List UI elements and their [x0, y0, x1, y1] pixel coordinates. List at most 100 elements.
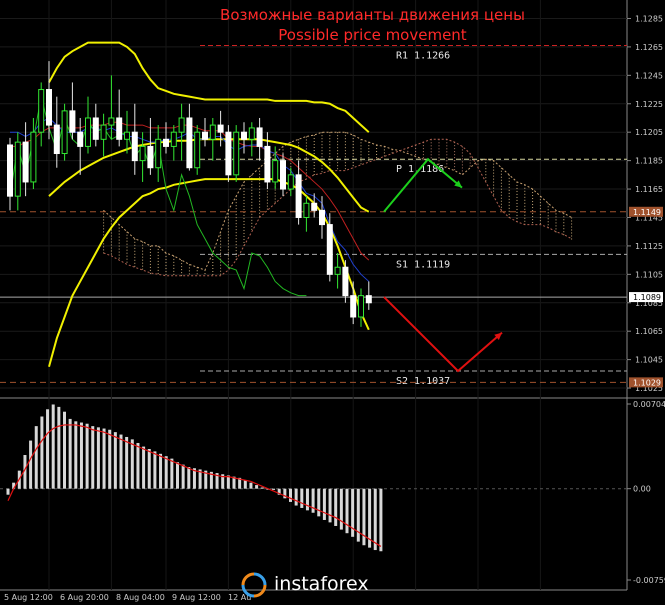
cloud-hatch — [430, 151, 432, 153]
cloud-hatch — [243, 184, 245, 186]
cloud-hatch — [360, 160, 362, 162]
cloud-hatch — [446, 160, 448, 162]
cloud-hatch — [118, 251, 120, 253]
macd-histogram-bar — [46, 409, 50, 489]
cloud-hatch — [251, 222, 253, 224]
cloud-hatch — [313, 171, 315, 173]
cloud-hatch — [235, 232, 237, 234]
price-marker-label: 1.1149 — [633, 208, 661, 217]
candle-body — [350, 295, 357, 318]
cloud-hatch — [118, 254, 120, 256]
macd-histogram-bar — [334, 488, 338, 526]
cloud-hatch — [157, 254, 159, 256]
cloud-hatch — [157, 248, 159, 250]
instaforex-logo-text: instaforex — [274, 573, 369, 595]
candle-body — [202, 131, 208, 140]
cloud-hatch — [259, 200, 261, 202]
cloud-hatch — [571, 223, 573, 225]
cloud-hatch — [227, 216, 229, 218]
candle-body — [365, 295, 372, 304]
cloud-hatch — [290, 154, 292, 156]
macd-histogram-bar — [317, 488, 321, 517]
cloud-hatch — [321, 141, 323, 143]
cloud-hatch — [500, 197, 502, 199]
candle-body — [30, 131, 37, 183]
cloud-hatch — [251, 216, 253, 218]
cloud-hatch — [235, 235, 237, 237]
cloud-hatch — [313, 168, 315, 170]
cloud-hatch — [220, 252, 222, 254]
cloud-hatch — [290, 148, 292, 150]
cloud-hatch — [196, 270, 198, 272]
candle-body — [319, 209, 325, 226]
candle-body — [85, 117, 91, 147]
cloud-hatch — [516, 217, 518, 219]
cloud-hatch — [430, 154, 432, 156]
cloud-hatch — [220, 267, 222, 269]
cloud-hatch — [508, 192, 510, 194]
macd-histogram-bar — [379, 488, 383, 552]
cloud-hatch — [103, 222, 105, 224]
macd-histogram-bar — [96, 427, 100, 489]
cloud-hatch — [360, 145, 362, 147]
cloud-hatch — [126, 237, 128, 239]
cloud-hatch — [220, 243, 222, 245]
cloud-hatch — [259, 206, 261, 208]
cloud-hatch — [485, 162, 487, 164]
cloud-hatch — [337, 141, 339, 143]
cloud-hatch — [126, 240, 128, 242]
cloud-hatch — [446, 148, 448, 150]
cloud-hatch — [352, 138, 354, 140]
cloud-hatch — [220, 249, 222, 251]
cloud-hatch — [532, 222, 534, 224]
cloud-hatch — [243, 214, 245, 216]
macd-histogram-bar — [34, 426, 38, 489]
cloud-hatch — [235, 217, 237, 219]
cloud-hatch — [500, 194, 502, 196]
cloud-hatch — [469, 165, 471, 167]
cloud-hatch — [134, 262, 136, 264]
cloud-hatch — [516, 187, 518, 189]
cloud-hatch — [454, 163, 456, 165]
cloud-hatch — [173, 267, 175, 269]
cloud-hatch — [321, 156, 323, 158]
cloud-hatch — [103, 228, 105, 230]
cloud-hatch — [157, 263, 159, 265]
cloud-hatch — [337, 150, 339, 152]
cloud-hatch — [547, 212, 549, 214]
cloud-hatch — [352, 135, 354, 137]
cloud-hatch — [360, 163, 362, 165]
cloud-hatch — [329, 153, 331, 155]
cloud-hatch — [110, 253, 112, 255]
cloud-hatch — [118, 227, 120, 229]
cloud-hatch — [142, 262, 144, 264]
cloud-hatch — [337, 153, 339, 155]
cloud-hatch — [165, 262, 167, 264]
cloud-hatch — [157, 272, 159, 274]
cloud-hatch — [500, 200, 502, 202]
cloud-hatch — [227, 219, 229, 221]
cloud-hatch — [282, 152, 284, 154]
cloud-hatch — [344, 138, 346, 140]
cloud-hatch — [103, 225, 105, 227]
candle-body — [264, 145, 271, 183]
cloud-hatch — [446, 154, 448, 156]
cloud-hatch — [422, 145, 424, 147]
macd-histogram-bar — [57, 406, 61, 489]
cloud-hatch — [110, 244, 112, 246]
cloud-hatch — [251, 180, 253, 182]
cloud-hatch — [337, 165, 339, 167]
cloud-hatch — [461, 158, 463, 160]
cloud-hatch — [313, 147, 315, 149]
cloud-hatch — [235, 229, 237, 231]
cloud-hatch — [298, 142, 300, 144]
cloud-hatch — [532, 204, 534, 206]
candle-body — [14, 141, 21, 197]
cloud-hatch — [227, 258, 229, 260]
cloud-hatch — [243, 238, 245, 240]
cloud-hatch — [259, 197, 261, 199]
cloud-hatch — [547, 221, 549, 223]
cloud-hatch — [126, 249, 128, 251]
cloud-hatch — [243, 229, 245, 231]
cloud-hatch — [500, 179, 502, 181]
